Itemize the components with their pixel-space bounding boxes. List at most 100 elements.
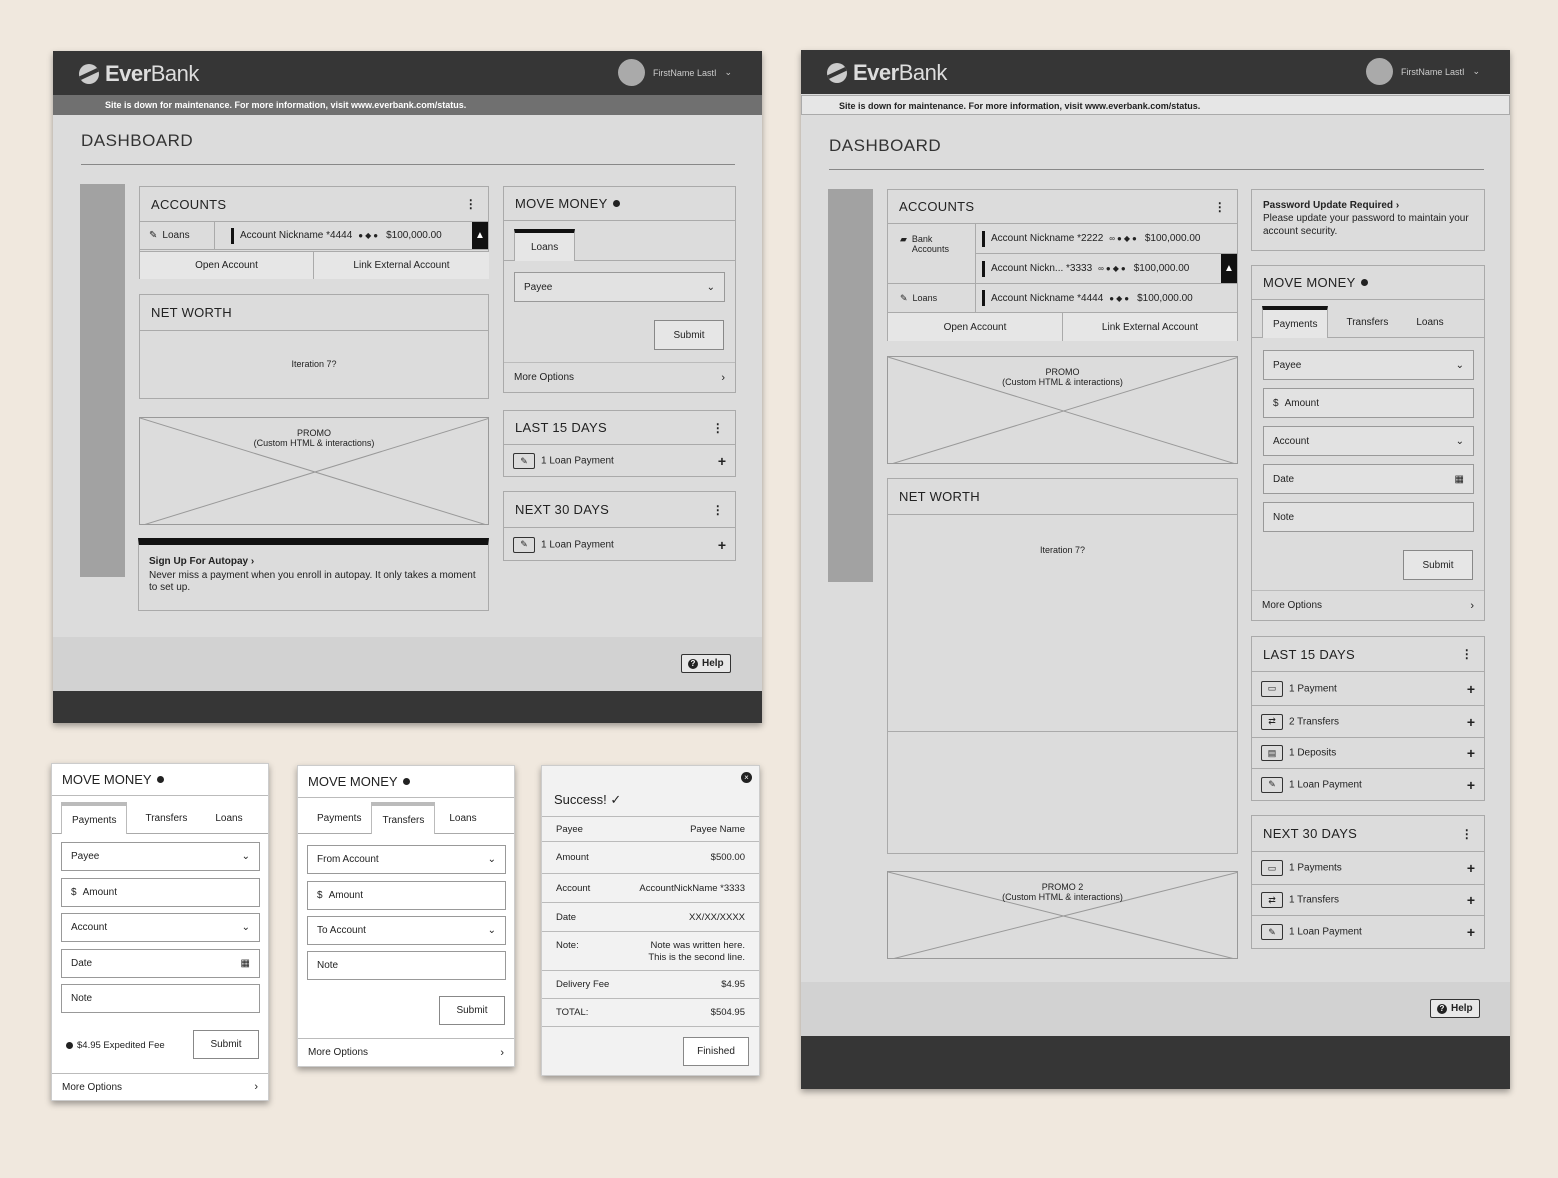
summary-row: Amount $500.00	[542, 841, 759, 873]
amount-input[interactable]: $ Amount	[61, 878, 260, 907]
everbank-logo[interactable]: EverBank	[827, 60, 947, 86]
kebab-menu-icon[interactable]: ⋮	[712, 421, 724, 435]
plus-icon[interactable]: +	[1467, 860, 1475, 876]
link-external-account-button[interactable]: Link External Account	[314, 251, 489, 279]
account-select[interactable]: Account ⌄	[61, 913, 260, 942]
list-item[interactable]: ✎ 1 Loan Payment +	[504, 445, 735, 477]
list-item[interactable]: ⇄ 1 Transfers +	[1252, 884, 1484, 915]
move-money-card: MOVE MONEY Loans Payee ⌄ Submit More Opti…	[503, 186, 736, 393]
success-panel: × Success! ✓ Payee Payee Name Amount $500.…	[541, 765, 760, 1076]
user-menu[interactable]: FirstName LastI ⌄	[1365, 58, 1480, 85]
payee-select[interactable]: Payee ⌄	[61, 842, 260, 871]
tab-transfers[interactable]: Transfers	[371, 802, 436, 834]
date-input[interactable]: Date ▦	[1263, 464, 1474, 494]
payee-select[interactable]: Payee ⌄	[1263, 350, 1474, 380]
note-input[interactable]: Note	[307, 951, 506, 980]
kebab-menu-icon[interactable]: ⋮	[1461, 827, 1473, 841]
info-icon[interactable]	[156, 776, 164, 783]
info-icon[interactable]	[1360, 279, 1368, 286]
submit-button[interactable]: Submit	[439, 996, 505, 1025]
amount-input[interactable]: $ Amount	[307, 881, 506, 910]
net-worth-card: NET WORTH Iteration 7?	[887, 478, 1238, 854]
note-input[interactable]: Note	[61, 984, 260, 1013]
info-icon[interactable]	[402, 778, 410, 785]
user-menu[interactable]: FirstName LastI ⌄	[617, 59, 732, 86]
promo-2-banner[interactable]: PROMO 2 (Custom HTML & interactions)	[887, 871, 1238, 959]
kebab-menu-icon[interactable]: ⋮	[712, 503, 724, 517]
info-icon[interactable]	[612, 200, 620, 207]
plus-icon[interactable]: +	[1467, 924, 1475, 940]
help-button[interactable]: ? Help	[681, 654, 731, 673]
finished-button[interactable]: Finished	[683, 1037, 749, 1066]
tab-transfers[interactable]: Transfers	[1328, 307, 1406, 337]
tab-transfers[interactable]: Transfers	[127, 803, 205, 833]
payee-select[interactable]: Payee ⌄	[514, 272, 725, 302]
info-icon[interactable]	[66, 1042, 73, 1049]
from-account-select[interactable]: From Account ⌄	[307, 845, 506, 874]
list-item[interactable]: ▭ 1 Payments +	[1252, 852, 1484, 884]
list-item[interactable]: ⇄ 2 Transfers +	[1252, 705, 1484, 737]
promo-banner[interactable]: PROMO (Custom HTML & interactions)	[139, 417, 489, 525]
kebab-menu-icon[interactable]: ⋮	[1214, 200, 1226, 214]
loan-icon: ✎	[900, 292, 908, 303]
warning-icon[interactable]: ▲	[472, 222, 488, 249]
next-30-title: NEXT 30 DAYS	[1263, 826, 1358, 841]
plus-icon[interactable]: +	[718, 537, 726, 553]
footer-bar	[801, 1036, 1510, 1089]
plus-icon[interactable]: +	[1467, 745, 1475, 761]
loans-row[interactable]: ✎ Loans Account Nickname *4444 ●◆● $100,000…	[140, 222, 488, 250]
more-options-link[interactable]: More Options ›	[298, 1038, 514, 1066]
help-button[interactable]: ? Help	[1430, 999, 1480, 1018]
list-item[interactable]: ▭ 1 Payment +	[1252, 672, 1484, 705]
warning-icon[interactable]: ▲	[1221, 254, 1237, 283]
user-name: FirstName LastI	[652, 67, 717, 78]
submit-button[interactable]: Submit	[654, 320, 724, 350]
plus-icon[interactable]: +	[1467, 681, 1475, 697]
summary-row: Payee Payee Name	[542, 816, 759, 841]
list-item[interactable]: ✎ 1 Loan Payment +	[1252, 768, 1484, 800]
amount-input[interactable]: $ Amount	[1263, 388, 1474, 418]
submit-button[interactable]: Submit	[193, 1030, 259, 1059]
account-select[interactable]: Account ⌄	[1263, 426, 1474, 456]
bank-accounts-group: ▰ Bank Accounts	[888, 224, 976, 284]
tab-loans[interactable]: Loans	[1406, 307, 1453, 337]
more-options-link[interactable]: More Options ›	[1252, 590, 1484, 620]
everbank-logo[interactable]: EverBank	[79, 61, 199, 87]
plus-icon[interactable]: +	[1467, 714, 1475, 730]
to-account-select[interactable]: To Account ⌄	[307, 916, 506, 945]
autopay-card[interactable]: Sign Up For Autopay › Never miss a payme…	[138, 538, 489, 611]
promo-banner[interactable]: PROMO (Custom HTML & interactions)	[887, 356, 1238, 464]
plus-icon[interactable]: +	[1467, 892, 1475, 908]
more-options-link[interactable]: More Options ›	[52, 1073, 268, 1100]
calendar-icon[interactable]: ▦	[241, 958, 250, 969]
account-row[interactable]: Account Nickn... *3333 ∞●◆● $100,000.00 ▲	[976, 254, 1237, 284]
close-icon[interactable]: ×	[741, 772, 752, 783]
list-item[interactable]: ▤ 1 Deposits +	[1252, 737, 1484, 768]
tab-loans[interactable]: Loans	[435, 803, 490, 833]
calendar-icon[interactable]: ▦	[1455, 474, 1464, 485]
more-options-link[interactable]: More Options ›	[504, 362, 735, 392]
note-input[interactable]: Note	[1263, 502, 1474, 532]
tab-payments[interactable]: Payments	[307, 803, 371, 833]
plus-icon[interactable]: +	[718, 453, 726, 469]
submit-button[interactable]: Submit	[1403, 550, 1473, 580]
plus-icon[interactable]: +	[1467, 777, 1475, 793]
last-15-days-card: LAST 15 DAYS ⋮ ▭ 1 Payment + ⇄ 2 Transfers + …	[1251, 636, 1485, 801]
account-row[interactable]: Account Nickname *2222 ∞●◆● $100,000.00	[976, 224, 1237, 254]
chevron-right-icon: ›	[1395, 200, 1400, 211]
tab-payments[interactable]: Payments	[61, 802, 128, 834]
tab-loans[interactable]: Loans	[205, 803, 252, 833]
account-row[interactable]: Account Nickname *4444 ●◆● $100,000.00	[976, 284, 1237, 313]
password-alert-card[interactable]: Password Update Required › Please update…	[1251, 189, 1485, 251]
open-account-button[interactable]: Open Account	[888, 313, 1063, 341]
date-input[interactable]: Date ▦	[61, 949, 260, 978]
list-item[interactable]: ✎ 1 Loan Payment +	[1252, 915, 1484, 948]
tab-loans[interactable]: Loans	[514, 229, 576, 261]
open-account-button[interactable]: Open Account	[140, 251, 314, 279]
kebab-menu-icon[interactable]: ⋮	[465, 197, 477, 211]
tab-payments[interactable]: Payments	[1262, 306, 1329, 338]
loans-label: Loans	[162, 230, 190, 241]
kebab-menu-icon[interactable]: ⋮	[1461, 647, 1473, 661]
link-external-account-button[interactable]: Link External Account	[1063, 313, 1237, 341]
list-item[interactable]: ✎ 1 Loan Payment +	[504, 528, 735, 561]
